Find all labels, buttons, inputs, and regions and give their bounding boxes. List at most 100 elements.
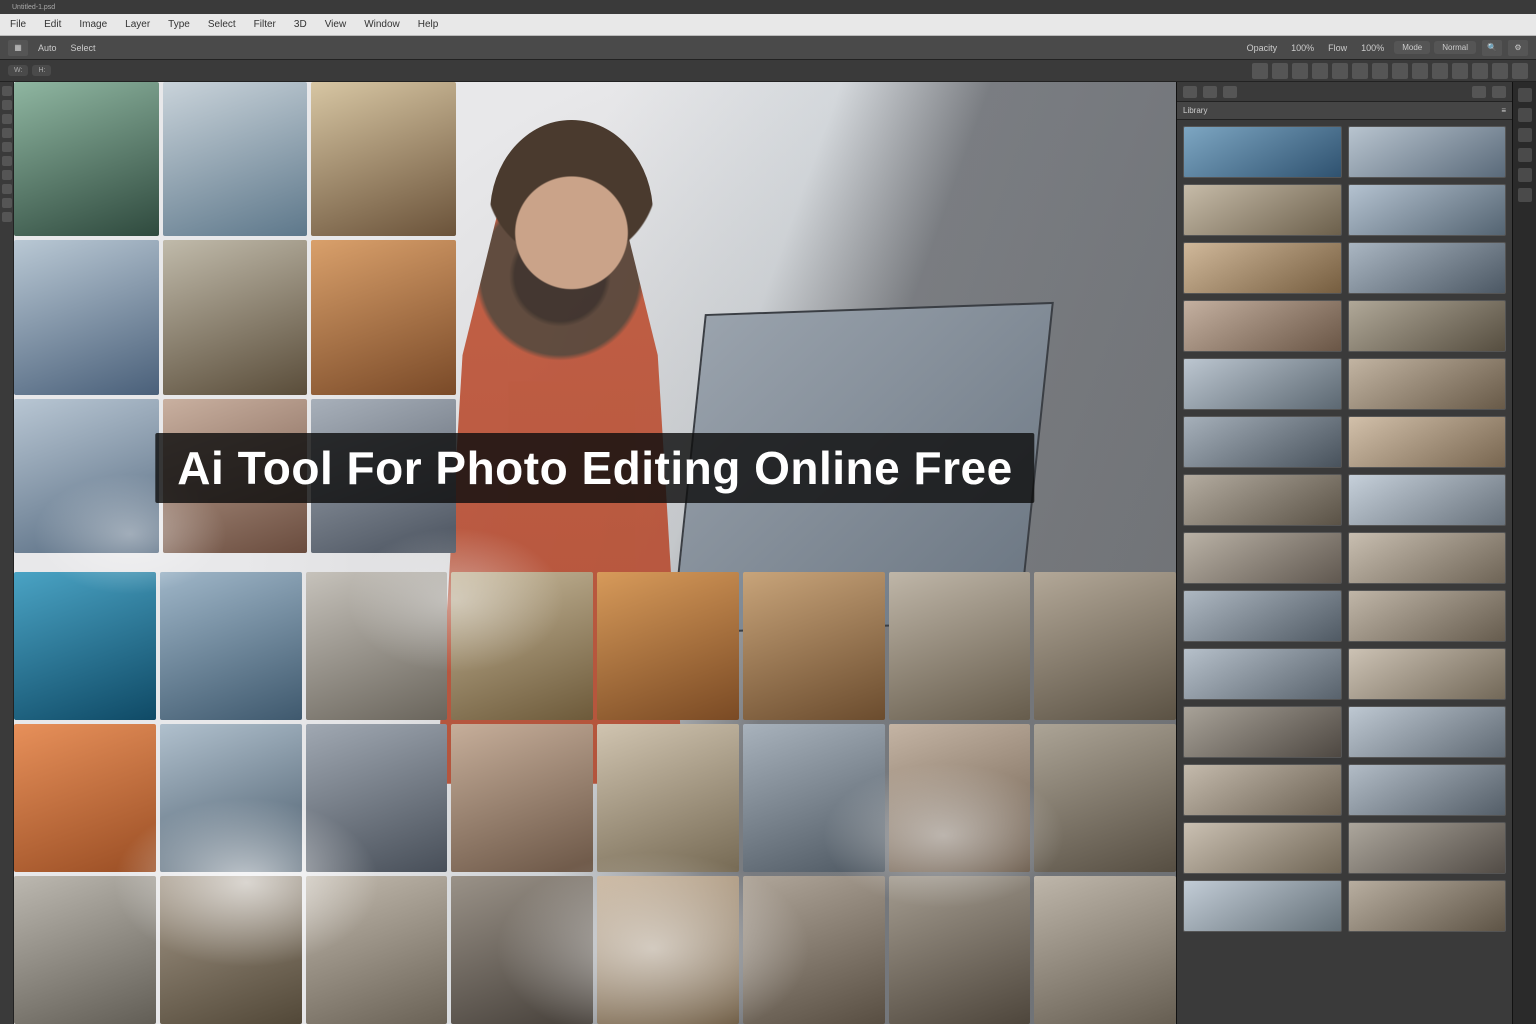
- panel-title: Library: [1183, 106, 1207, 115]
- ctrl-h[interactable]: H:: [32, 65, 51, 76]
- tool-brush[interactable]: [2, 142, 12, 152]
- opt-right-3[interactable]: 100%: [1361, 43, 1384, 53]
- library-thumb[interactable]: [1348, 300, 1507, 352]
- tool-marquee[interactable]: [2, 100, 12, 110]
- panel-btn-3[interactable]: [1223, 86, 1237, 98]
- opt-pill-0[interactable]: Mode: [1394, 41, 1430, 54]
- library-thumb[interactable]: [1348, 590, 1507, 642]
- ctrl-icon-0[interactable]: [1252, 63, 1268, 79]
- canvas-thumb-bottom: [451, 876, 593, 1024]
- library-thumb[interactable]: [1348, 822, 1507, 874]
- menu-layer[interactable]: Layer: [125, 19, 150, 30]
- panel-header: Library ≡: [1177, 102, 1512, 120]
- ctrl-icon-3[interactable]: [1312, 63, 1328, 79]
- library-thumb[interactable]: [1183, 416, 1342, 468]
- library-thumb[interactable]: [1183, 706, 1342, 758]
- menu-3d[interactable]: 3D: [294, 19, 307, 30]
- library-thumb[interactable]: [1183, 474, 1342, 526]
- library-thumb[interactable]: [1348, 184, 1507, 236]
- menu-edit[interactable]: Edit: [44, 19, 61, 30]
- ctrl-icon-7[interactable]: [1392, 63, 1408, 79]
- tool-eraser[interactable]: [2, 156, 12, 166]
- library-thumb[interactable]: [1348, 532, 1507, 584]
- library-thumb[interactable]: [1348, 880, 1507, 932]
- menu-view[interactable]: View: [325, 19, 347, 30]
- tool-lasso[interactable]: [2, 114, 12, 124]
- ctrl-icon-10[interactable]: [1452, 63, 1468, 79]
- rs-layers-icon[interactable]: [1518, 88, 1532, 102]
- library-thumb[interactable]: [1183, 764, 1342, 816]
- opt-right-1[interactable]: 100%: [1291, 43, 1314, 53]
- tool-text[interactable]: [2, 170, 12, 180]
- opt-select[interactable]: Select: [71, 43, 96, 53]
- library-thumb[interactable]: [1183, 648, 1342, 700]
- menu-type[interactable]: Type: [168, 19, 190, 30]
- menu-help[interactable]: Help: [418, 19, 439, 30]
- library-thumb[interactable]: [1183, 184, 1342, 236]
- tool-move[interactable]: [2, 86, 12, 96]
- canvas-wrap: Ai Tool For Photo Editing Online Free: [14, 82, 1176, 1024]
- library-thumb[interactable]: [1183, 532, 1342, 584]
- ctrl-icon-6[interactable]: [1372, 63, 1388, 79]
- ctrl-icon-2[interactable]: [1292, 63, 1308, 79]
- menu-file[interactable]: File: [10, 19, 26, 30]
- canvas[interactable]: Ai Tool For Photo Editing Online Free: [14, 82, 1176, 1024]
- ctrl-icon-11[interactable]: [1472, 63, 1488, 79]
- tool-hand[interactable]: [2, 198, 12, 208]
- ctrl-icon-9[interactable]: [1432, 63, 1448, 79]
- gear-icon[interactable]: ⚙: [1508, 40, 1528, 56]
- library-thumb[interactable]: [1183, 126, 1342, 178]
- library-thumb[interactable]: [1348, 474, 1507, 526]
- menu-window[interactable]: Window: [364, 19, 400, 30]
- ctrl-icon-12[interactable]: [1492, 63, 1508, 79]
- library-thumb[interactable]: [1348, 358, 1507, 410]
- opt-auto[interactable]: Auto: [38, 43, 57, 53]
- menu-image[interactable]: Image: [79, 19, 107, 30]
- opt-right-0[interactable]: Opacity: [1247, 43, 1278, 53]
- library-thumb[interactable]: [1183, 358, 1342, 410]
- library-thumb[interactable]: [1348, 126, 1507, 178]
- rs-adjust-icon[interactable]: [1518, 108, 1532, 122]
- rs-history-icon[interactable]: [1518, 128, 1532, 142]
- library-thumb[interactable]: [1183, 590, 1342, 642]
- menu-select[interactable]: Select: [208, 19, 236, 30]
- right-icon-strip: [1512, 82, 1536, 1024]
- tool-shape[interactable]: [2, 184, 12, 194]
- canvas-thumb-bottom: [14, 876, 156, 1024]
- ctrl-icon-1[interactable]: [1272, 63, 1288, 79]
- library-thumb[interactable]: [1348, 242, 1507, 294]
- library-thumb[interactable]: [1348, 648, 1507, 700]
- document-tab[interactable]: Untitled-1.psd: [8, 4, 59, 11]
- ctrl-icon-8[interactable]: [1412, 63, 1428, 79]
- rs-swatch-icon[interactable]: [1518, 168, 1532, 182]
- library-thumb[interactable]: [1183, 822, 1342, 874]
- panel-btn-5[interactable]: [1492, 86, 1506, 98]
- panel-btn-2[interactable]: [1203, 86, 1217, 98]
- library-thumb[interactable]: [1183, 880, 1342, 932]
- panel-btn-4[interactable]: [1472, 86, 1486, 98]
- rs-info-icon[interactable]: [1518, 188, 1532, 202]
- menu-filter[interactable]: Filter: [254, 19, 276, 30]
- library-thumb[interactable]: [1348, 416, 1507, 468]
- tool-icon[interactable]: ▦: [8, 40, 28, 56]
- control-bar: W: H:: [0, 60, 1536, 82]
- canvas-thumb-left: [163, 82, 308, 236]
- canvas-thumb-bottom: [597, 724, 739, 872]
- tool-zoom[interactable]: [2, 212, 12, 222]
- library-thumb[interactable]: [1183, 300, 1342, 352]
- ctrl-icon-4[interactable]: [1332, 63, 1348, 79]
- ctrl-w[interactable]: W:: [8, 65, 28, 76]
- rs-color-icon[interactable]: [1518, 148, 1532, 162]
- opt-pill-1[interactable]: Normal: [1434, 41, 1476, 54]
- ctrl-icon-13[interactable]: [1512, 63, 1528, 79]
- opt-right-2[interactable]: Flow: [1328, 43, 1347, 53]
- library-thumb[interactable]: [1183, 242, 1342, 294]
- canvas-thumb-bottom: [743, 876, 885, 1024]
- search-icon[interactable]: 🔍: [1482, 40, 1502, 56]
- panel-menu-icon[interactable]: ≡: [1501, 106, 1506, 115]
- tool-crop[interactable]: [2, 128, 12, 138]
- panel-btn-1[interactable]: [1183, 86, 1197, 98]
- library-thumb[interactable]: [1348, 706, 1507, 758]
- ctrl-icon-5[interactable]: [1352, 63, 1368, 79]
- library-thumb[interactable]: [1348, 764, 1507, 816]
